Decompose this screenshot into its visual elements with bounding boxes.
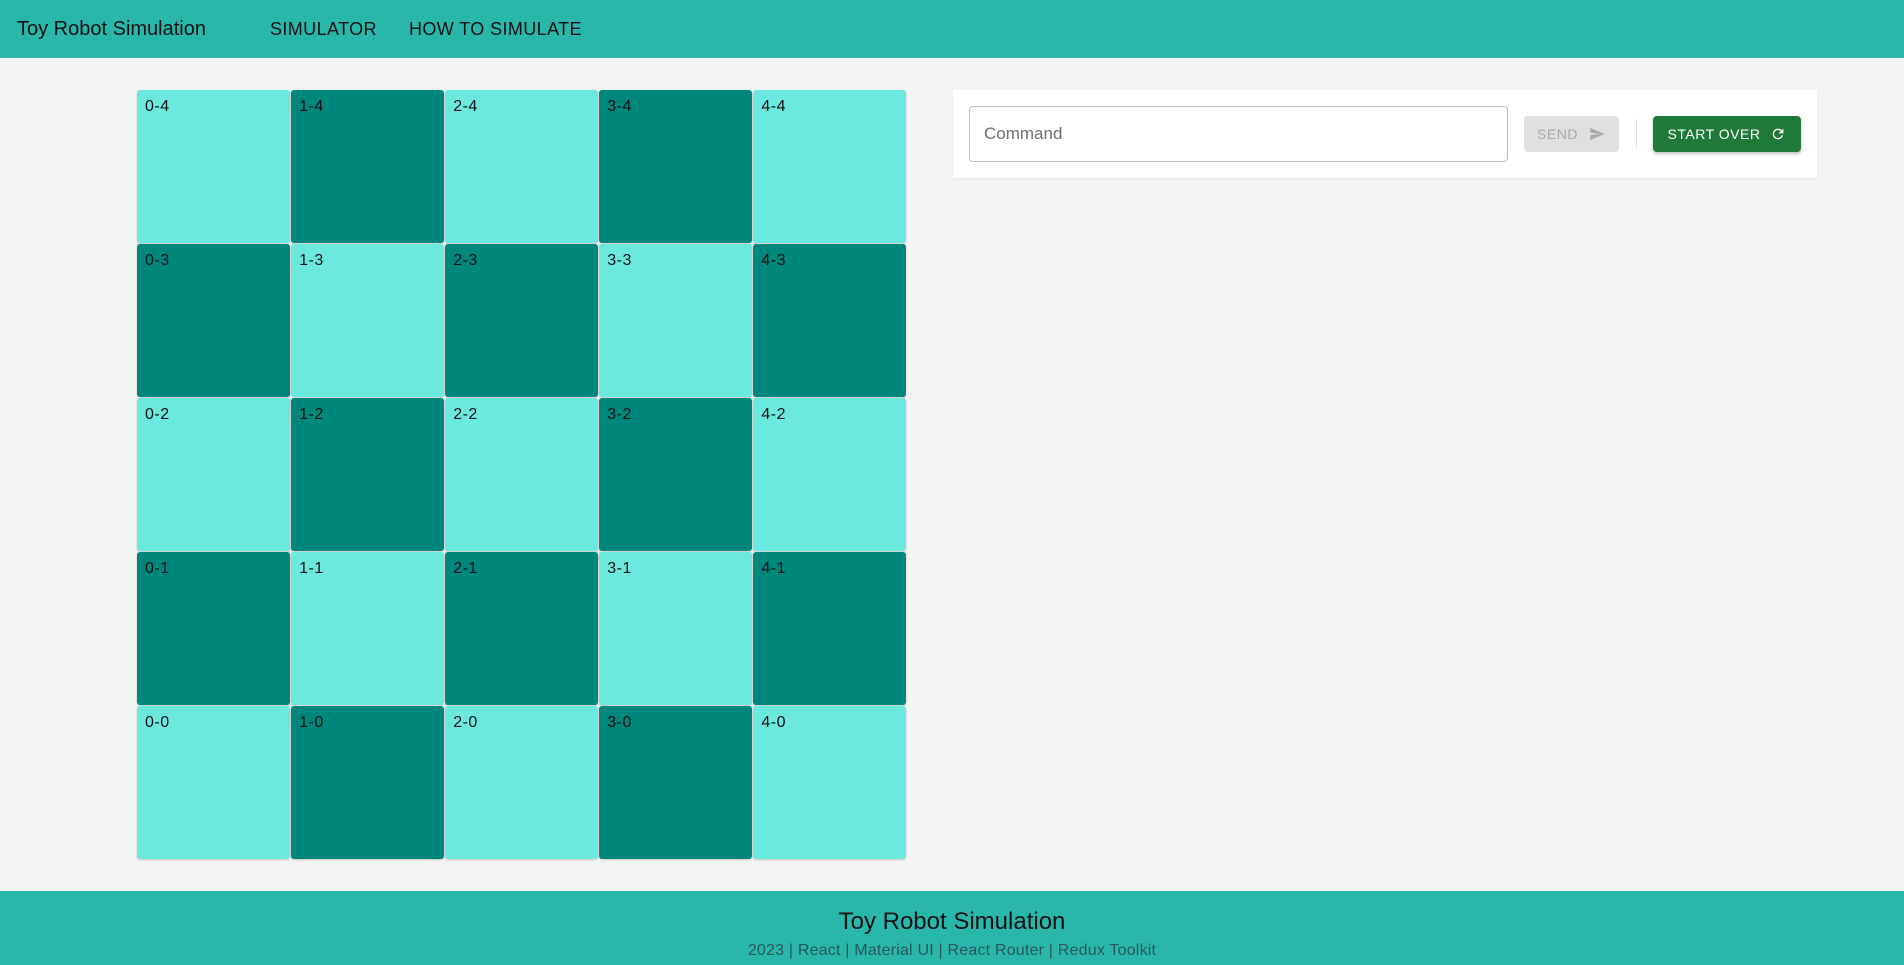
board-cell: 1-3 xyxy=(291,244,444,397)
cell-label: 0-3 xyxy=(145,252,170,270)
board-cell: 4-1 xyxy=(753,552,906,705)
cell-label: 4-0 xyxy=(761,714,786,732)
cell-label: 3-0 xyxy=(607,714,632,732)
command-input[interactable] xyxy=(969,106,1508,162)
cell-label: 1-0 xyxy=(299,714,324,732)
cell-label: 2-0 xyxy=(453,714,478,732)
board-cell: 1-1 xyxy=(291,552,444,705)
board-cell: 0-0 xyxy=(137,706,290,859)
board-cell: 0-2 xyxy=(137,398,290,551)
board-cell: 4-4 xyxy=(753,90,906,243)
board-cell: 4-0 xyxy=(753,706,906,859)
board-cell: 1-4 xyxy=(291,90,444,243)
nav-simulator[interactable]: SIMULATOR xyxy=(270,19,377,40)
cell-label: 3-3 xyxy=(607,252,632,270)
board-cell: 1-0 xyxy=(291,706,444,859)
board-cell: 4-2 xyxy=(753,398,906,551)
divider xyxy=(1636,119,1637,149)
board-cell: 3-3 xyxy=(599,244,752,397)
board-cell: 0-4 xyxy=(137,90,290,243)
cell-label: 3-2 xyxy=(607,406,632,424)
cell-label: 2-1 xyxy=(453,560,478,578)
cell-label: 2-2 xyxy=(453,406,478,424)
start-over-label: START OVER xyxy=(1667,126,1761,142)
cell-label: 4-4 xyxy=(761,98,786,115)
board-cell: 0-1 xyxy=(137,552,290,705)
board-cell: 2-2 xyxy=(445,398,598,551)
cell-label: 1-4 xyxy=(299,98,324,115)
simulation-board: 0-4 1-4 2-4 3-4 4-4 0-3 1-3 2-3 3-3 4-3 0-2 1-2 2-2 3… xyxy=(137,90,906,859)
board-cell: 1-2 xyxy=(291,398,444,551)
board-cell: 2-1 xyxy=(445,552,598,705)
board-cell: 4-3 xyxy=(753,244,906,397)
send-button[interactable]: SEND xyxy=(1524,116,1619,152)
board-cell: 3-2 xyxy=(599,398,752,551)
cell-label: 4-3 xyxy=(761,252,786,270)
board-cell: 2-0 xyxy=(445,706,598,859)
cell-label: 0-1 xyxy=(145,560,170,578)
app-bar: Toy Robot Simulation SIMULATOR HOW TO SI… xyxy=(0,0,1904,58)
board-cell: 0-3 xyxy=(137,244,290,397)
board-cell: 3-1 xyxy=(599,552,752,705)
start-over-button[interactable]: START OVER xyxy=(1653,116,1801,152)
cell-label: 0-0 xyxy=(145,714,170,732)
cell-label: 1-3 xyxy=(299,252,324,270)
command-panel: SEND START OVER xyxy=(953,90,1817,178)
refresh-icon xyxy=(1770,126,1786,142)
footer: Toy Robot Simulation 2023 | React | Mate… xyxy=(0,891,1904,965)
board-cell: 3-0 xyxy=(599,706,752,859)
footer-title: Toy Robot Simulation xyxy=(838,908,1066,935)
board-cell: 2-4 xyxy=(445,90,598,243)
cell-label: 1-1 xyxy=(299,560,324,578)
send-icon xyxy=(1588,126,1606,142)
cell-label: 3-1 xyxy=(607,560,632,578)
cell-label: 0-2 xyxy=(145,406,170,424)
cell-label: 4-2 xyxy=(761,406,786,424)
cell-label: 0-4 xyxy=(145,98,170,115)
cell-label: 3-4 xyxy=(607,98,632,115)
send-label: SEND xyxy=(1537,126,1578,142)
nav-how-to-simulate[interactable]: HOW TO SIMULATE xyxy=(409,19,582,40)
app-title: Toy Robot Simulation xyxy=(17,17,206,40)
cell-label: 1-2 xyxy=(299,406,324,424)
cell-label: 4-1 xyxy=(761,560,786,578)
cell-label: 2-4 xyxy=(453,98,478,115)
main-nav: SIMULATOR HOW TO SIMULATE xyxy=(270,19,582,40)
board-cell: 2-3 xyxy=(445,244,598,397)
board-cell: 3-4 xyxy=(599,90,752,243)
cell-label: 2-3 xyxy=(453,252,478,270)
footer-credits: 2023 | React | Material UI | React Route… xyxy=(747,942,1157,959)
